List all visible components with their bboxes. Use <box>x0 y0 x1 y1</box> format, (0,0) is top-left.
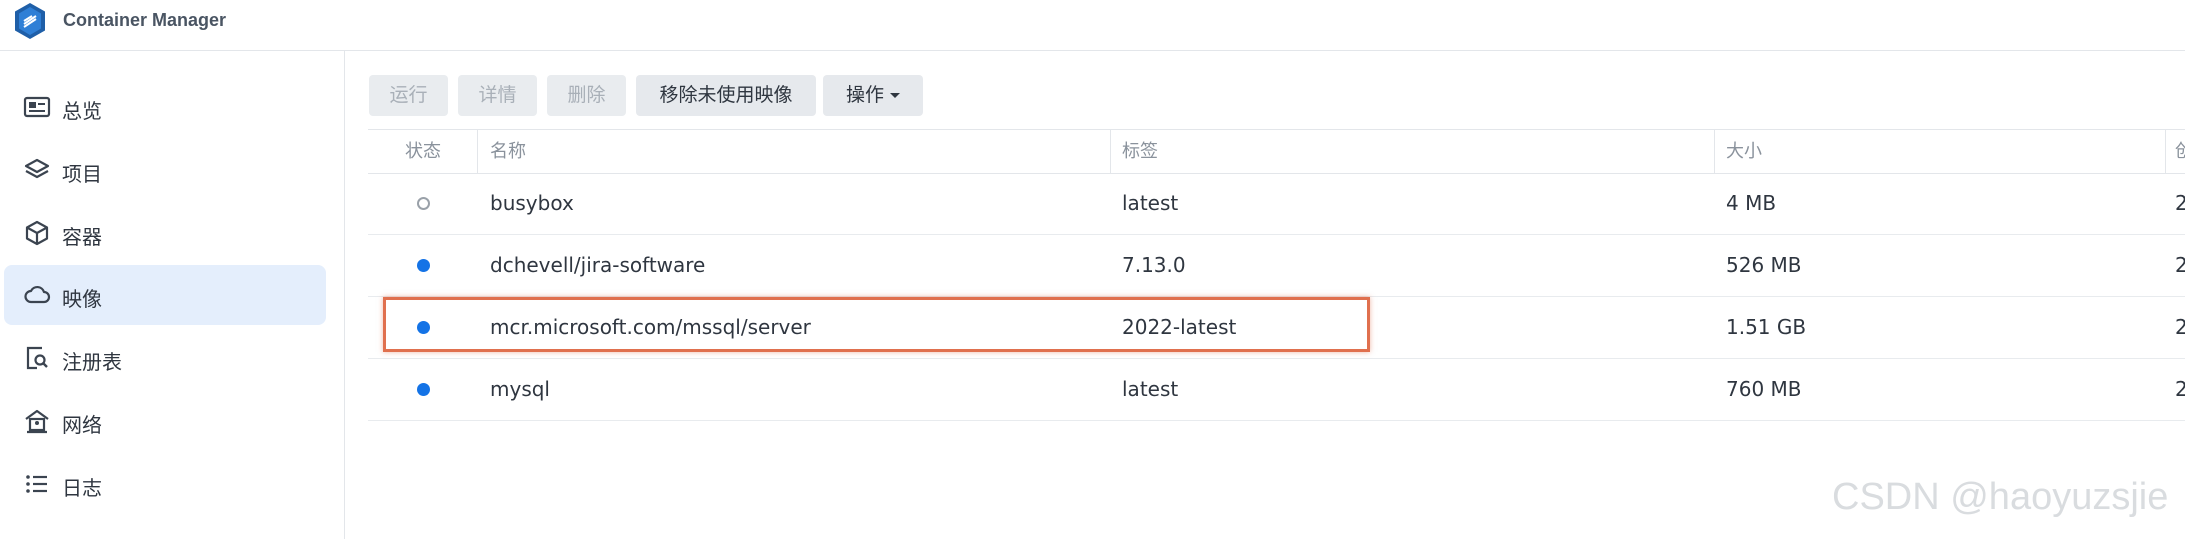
layers-icon <box>24 158 50 179</box>
sidebar-item-label: 网络 <box>62 413 102 437</box>
column-header-created[interactable]: 创 <box>2175 130 2185 173</box>
status-running-icon <box>417 259 430 272</box>
actions-dropdown-button[interactable]: 操作 <box>823 75 923 116</box>
watermark-text: CSDN @haoyuzsjie <box>1832 476 2169 518</box>
image-tag: latest <box>1122 377 1179 401</box>
sidebar-item-registry[interactable]: 注册表 <box>4 328 326 388</box>
sidebar-item-logs[interactable]: 日志 <box>4 454 326 514</box>
image-tag: latest <box>1122 191 1179 215</box>
network-house-icon <box>25 409 49 434</box>
column-header-size[interactable]: 大小 <box>1726 130 1762 173</box>
delete-button[interactable]: 删除 <box>547 75 626 116</box>
caret-down-icon <box>890 93 900 98</box>
status-stopped-icon <box>417 197 430 210</box>
run-button[interactable]: 运行 <box>369 75 448 116</box>
table-row[interactable]: mysql latest 760 MB 2 <box>368 359 2185 421</box>
sidebar-item-network[interactable]: 网络 <box>4 391 326 451</box>
image-size: 1.51 GB <box>1726 315 1807 339</box>
sidebar-item-containers[interactable]: 容器 <box>4 203 326 263</box>
table-row[interactable]: dchevell/jira-software 7.13.0 526 MB 2 <box>368 235 2185 297</box>
sidebar-item-label: 容器 <box>62 225 102 249</box>
table-header: 状态 名称 标签 大小 创 <box>368 129 2185 174</box>
highlight-annotation-box <box>383 297 1370 352</box>
cloud-icon <box>24 285 51 304</box>
sidebar-item-overview[interactable]: 总览 <box>4 77 326 137</box>
sidebar-item-label: 映像 <box>62 287 102 311</box>
registry-search-icon <box>26 346 48 370</box>
container-manager-logo-icon <box>15 3 45 39</box>
image-tag: 7.13.0 <box>1122 253 1186 277</box>
image-size: 526 MB <box>1726 253 1802 277</box>
app-title: Container Manager <box>63 10 227 30</box>
actions-dropdown-label: 操作 <box>845 84 884 106</box>
cube-icon <box>25 220 49 246</box>
image-created: 2 <box>2175 191 2185 215</box>
image-name: busybox <box>490 191 574 215</box>
status-running-icon <box>417 383 430 396</box>
image-size: 760 MB <box>1726 377 1802 401</box>
column-divider[interactable] <box>1714 130 1715 173</box>
sidebar-item-images[interactable]: 映像 <box>4 265 326 325</box>
column-header-tag[interactable]: 标签 <box>1122 130 1158 173</box>
details-button[interactable]: 详情 <box>458 75 537 116</box>
image-created: 2 <box>2175 253 2185 277</box>
list-icon <box>26 475 47 493</box>
sidebar-item-projects[interactable]: 项目 <box>4 140 326 200</box>
sidebar-item-label: 日志 <box>62 476 102 500</box>
column-header-status[interactable]: 状态 <box>405 130 441 173</box>
image-created: 2 <box>2175 377 2185 401</box>
column-divider[interactable] <box>477 130 478 173</box>
column-divider[interactable] <box>1110 130 1111 173</box>
image-name: dchevell/jira-software <box>490 253 706 277</box>
remove-unused-images-button[interactable]: 移除未使用映像 <box>636 75 816 116</box>
table-row[interactable]: busybox latest 4 MB 2 <box>368 173 2185 235</box>
overview-card-icon <box>23 96 51 118</box>
sidebar-item-label: 总览 <box>62 99 102 123</box>
sidebar-item-label: 注册表 <box>62 350 122 374</box>
column-header-name[interactable]: 名称 <box>490 130 526 173</box>
image-name: mysql <box>490 377 550 401</box>
column-divider[interactable] <box>2165 130 2166 173</box>
sidebar-item-label: 项目 <box>62 162 102 186</box>
image-size: 4 MB <box>1726 191 1777 215</box>
image-created: 2 <box>2175 315 2185 339</box>
app-header: Container Manager <box>0 0 2185 51</box>
